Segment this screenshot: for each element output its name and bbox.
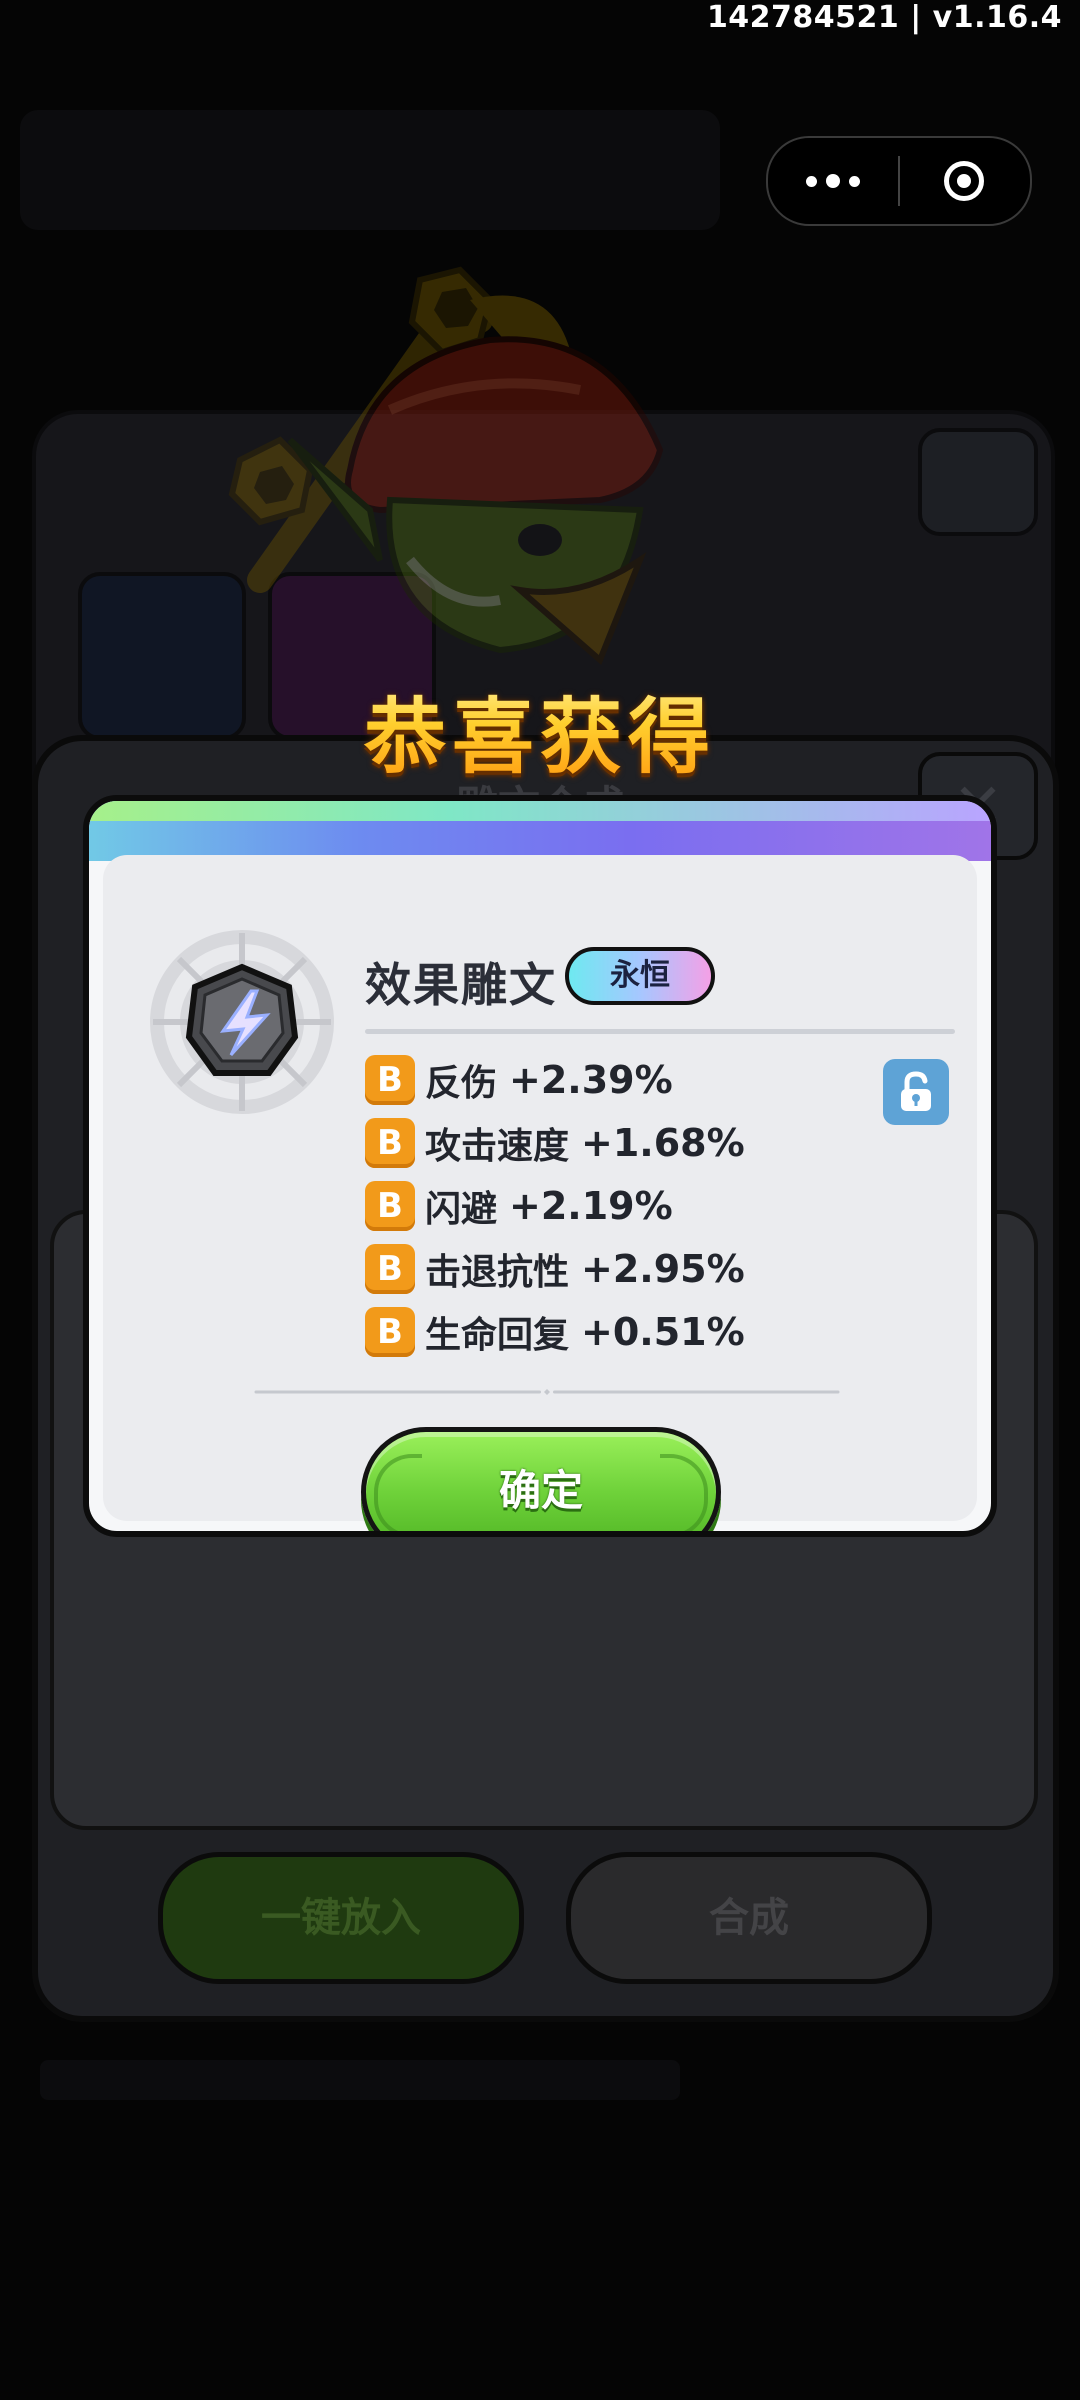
background-synthesize-button: 合成	[566, 1852, 932, 1984]
background-auto-fill-button: 一键放入	[158, 1852, 524, 1984]
stat-row: B 生命回复 +0.51%	[365, 1307, 745, 1357]
lock-toggle-button[interactable]	[883, 1059, 949, 1125]
stat-name: 击退抗性	[425, 1252, 570, 1293]
background-footer-text	[40, 2060, 680, 2100]
stat-row: B 反伤 +2.39%	[365, 1055, 673, 1105]
dot-icon	[849, 175, 860, 187]
grade-badge: B	[365, 1055, 415, 1105]
stat-value: +1.68%	[581, 1121, 745, 1165]
dot-icon	[806, 175, 817, 187]
stat-value: +2.95%	[581, 1247, 745, 1291]
button-cap-right	[660, 1454, 708, 1531]
rarity-color-band	[89, 801, 991, 861]
close-miniprogram-button[interactable]	[900, 138, 1028, 224]
background-close-button-rear	[918, 428, 1038, 536]
stat-name: 反伤	[425, 1063, 498, 1104]
rune-item-icon	[150, 930, 334, 1114]
dot-icon	[826, 174, 840, 188]
item-name: 效果雕文	[365, 958, 557, 1012]
build-version-label: 142784521 | v1.16.4	[706, 0, 1062, 35]
stat-value: +0.51%	[581, 1310, 745, 1354]
grade-badge: B	[365, 1244, 415, 1294]
rarity-badge: 永恒	[565, 947, 715, 1005]
goblin-mascot-icon	[228, 266, 664, 666]
confirm-button-label: 确定	[498, 1466, 583, 1515]
reward-modal: 效果雕文 永恒 B 反伤 +2.39% B 攻击速度 +1.68% B 闪避 +…	[83, 795, 997, 1537]
game-screen: ✕ 一键放入 合成 142784521 | v1.16.4	[0, 0, 1080, 2400]
grade-badge: B	[365, 1307, 415, 1357]
section-divider	[254, 1389, 840, 1395]
reward-title: 恭喜获得	[0, 670, 1080, 789]
confirm-button[interactable]: 确定	[361, 1427, 721, 1531]
stat-row: B 击退抗性 +2.95%	[365, 1244, 745, 1294]
reward-modal-body: 效果雕文 永恒 B 反伤 +2.39% B 攻击速度 +1.68% B 闪避 +…	[103, 855, 977, 1531]
target-circle-icon	[944, 161, 984, 201]
stat-name: 攻击速度	[425, 1126, 570, 1167]
stat-value: +2.39%	[509, 1058, 673, 1102]
stat-value: +2.19%	[509, 1184, 673, 1228]
grade-badge: B	[365, 1118, 415, 1168]
unlocked-padlock-icon	[901, 1071, 931, 1111]
name-underline	[365, 1029, 955, 1034]
stat-row: B 闪避 +2.19%	[365, 1181, 673, 1231]
background-top-bar	[20, 110, 720, 230]
stat-row: B 攻击速度 +1.68%	[365, 1118, 745, 1168]
stat-name: 生命回复	[425, 1315, 570, 1356]
miniprogram-capsule	[766, 136, 1032, 226]
more-menu-button[interactable]	[768, 138, 898, 224]
stat-name: 闪避	[425, 1189, 498, 1230]
button-cap-left	[374, 1454, 422, 1531]
grade-badge: B	[365, 1181, 415, 1231]
